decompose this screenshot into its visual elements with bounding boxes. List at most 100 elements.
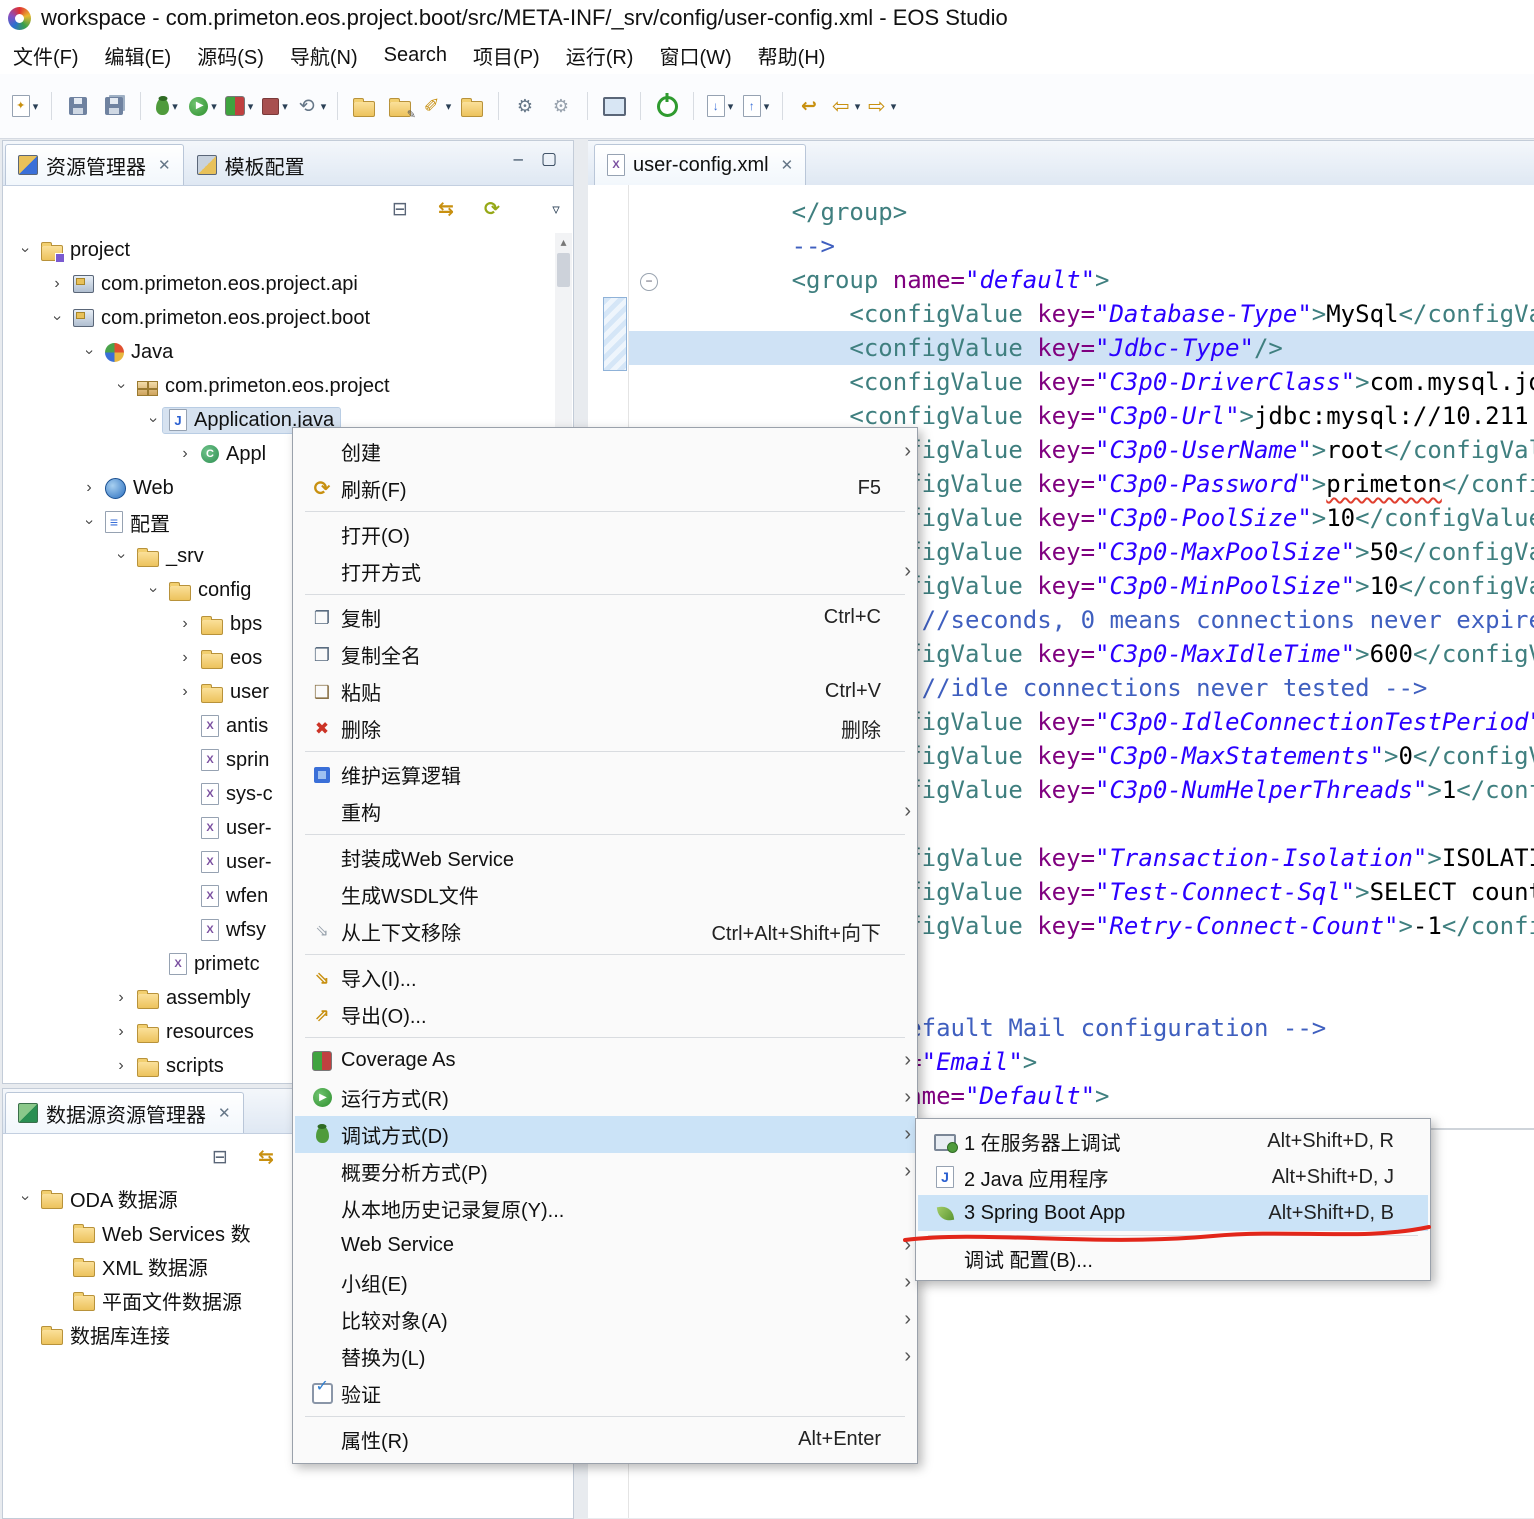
expand-arrow-icon[interactable]: ›: [79, 479, 99, 497]
collapse-all-button[interactable]: [383, 190, 417, 228]
menubar-project[interactable]: 项目(P): [460, 41, 553, 70]
build-button[interactable]: [508, 87, 542, 125]
expand-arrow-icon[interactable]: ›: [111, 989, 131, 1007]
menubar-source[interactable]: 源码(S): [184, 41, 277, 70]
collapse-arrow-icon[interactable]: ›: [144, 580, 162, 600]
collapse-arrow-icon[interactable]: ›: [80, 342, 98, 362]
context-menu-debug-as[interactable]: 调试方式(D)›: [295, 1116, 915, 1153]
tab-template-config[interactable]: 模板配置: [184, 144, 318, 185]
context-menu-team[interactable]: 小组(E)›: [295, 1264, 915, 1301]
context-menu-refactor[interactable]: 重构›: [295, 793, 915, 830]
context-menu-open[interactable]: 打开(O): [295, 516, 915, 553]
coverage-button[interactable]: ▾: [222, 87, 256, 125]
save-button[interactable]: [61, 87, 95, 125]
terminate-button[interactable]: [650, 87, 684, 125]
menubar-search[interactable]: Search: [371, 44, 460, 67]
debug-as-java-application[interactable]: 2 Java 应用程序Alt+Shift+D, J: [918, 1159, 1428, 1195]
menubar-run[interactable]: 运行(R): [553, 41, 647, 70]
scrollbar-thumb[interactable]: [557, 253, 570, 287]
context-menu-generate-wsdl[interactable]: 生成WSDL文件: [295, 876, 915, 913]
collapse-arrow-icon[interactable]: ›: [144, 410, 162, 430]
context-menu-replace-with[interactable]: 替换为(L)›: [295, 1338, 915, 1375]
tab-resource-explorer[interactable]: 资源管理器 ✕: [5, 144, 184, 185]
minimize-panel-button[interactable]: –: [513, 149, 522, 169]
collapse-arrow-icon[interactable]: ›: [16, 1188, 34, 1208]
context-menu-copy[interactable]: 复制Ctrl+C: [295, 599, 915, 636]
collapse-arrow-icon[interactable]: ›: [48, 308, 66, 328]
collapse-arrow-icon[interactable]: ›: [112, 546, 130, 566]
context-menu-refresh[interactable]: 刷新(F)F5: [295, 470, 915, 507]
context-menu-run-as[interactable]: 运行方式(R)›: [295, 1079, 915, 1116]
expand-arrow-icon[interactable]: ›: [175, 649, 195, 667]
refresh-view-button[interactable]: [475, 190, 509, 228]
explorer-item-com-primeton-eos-project-boot[interactable]: ›com.primeton.eos.project.boot: [3, 301, 555, 335]
context-menu-delete[interactable]: 删除删除: [295, 710, 915, 747]
debug-as-debug-on-server[interactable]: 1 在服务器上调试Alt+Shift+D, R: [918, 1123, 1428, 1159]
debug-as-spring-boot-app[interactable]: 3 Spring Boot AppAlt+Shift+D, B: [918, 1195, 1428, 1231]
forward-button[interactable]: ▾: [864, 87, 898, 125]
annot-next-button[interactable]: ▾: [703, 87, 737, 125]
context-menu-paste[interactable]: 粘贴Ctrl+V: [295, 673, 915, 710]
tab-datasource-explorer[interactable]: 数据源资源管理器 ✕: [5, 1092, 244, 1133]
code-line-1[interactable]: </group>: [676, 195, 1534, 229]
ds-collapse-all-button[interactable]: [203, 1138, 237, 1176]
menubar-window[interactable]: 窗口(W): [646, 41, 744, 70]
context-menu-export[interactable]: 导出(O)...: [295, 996, 915, 1033]
expand-arrow-icon[interactable]: ›: [175, 445, 195, 463]
context-menu-properties[interactable]: 属性(R)Alt+Enter: [295, 1421, 915, 1458]
context-menu-compare-with[interactable]: 比较对象(A)›: [295, 1301, 915, 1338]
fold-collapse-icon[interactable]: −: [640, 273, 658, 291]
tab-user-config-xml[interactable]: user-config.xml ✕: [594, 144, 806, 185]
run-last-button[interactable]: ▾: [294, 87, 328, 125]
context-menu-web-service[interactable]: Web Service›: [295, 1227, 915, 1264]
expand-arrow-icon[interactable]: ›: [175, 615, 195, 633]
debug-as-debug-configurations[interactable]: 调试 配置(B)...: [918, 1240, 1428, 1276]
context-menu-wrap-as-web-service[interactable]: 封装成Web Service: [295, 839, 915, 876]
code-line-5[interactable]: <configValue key="Jdbc-Type"/>: [676, 331, 1534, 365]
context-menu-restore-from-local-history[interactable]: 从本地历史记录复原(Y)...: [295, 1190, 915, 1227]
context-menu-validate[interactable]: 验证: [295, 1375, 915, 1412]
console-button[interactable]: [597, 87, 631, 125]
context-menu-profile-as[interactable]: 概要分析方式(P)›: [295, 1153, 915, 1190]
stop-button[interactable]: ▾: [258, 87, 292, 125]
open-folder-button[interactable]: [455, 87, 489, 125]
expand-arrow-icon[interactable]: ›: [47, 275, 67, 293]
maximize-panel-button[interactable]: ▢: [541, 149, 557, 169]
context-menu-copy-qualified-name[interactable]: 复制全名: [295, 636, 915, 673]
context-menu-create[interactable]: 创建›: [295, 433, 915, 470]
link-with-editor-button[interactable]: [429, 190, 463, 228]
collapse-arrow-icon[interactable]: ›: [16, 240, 34, 260]
menubar-edit[interactable]: 编辑(E): [92, 41, 185, 70]
explorer-item-com-primeton-eos-project-api[interactable]: ›com.primeton.eos.project.api: [3, 267, 555, 301]
new-wizard-button[interactable]: ▾: [8, 87, 42, 125]
context-menu-remove-from-context[interactable]: 从上下文移除Ctrl+Alt+Shift+向下: [295, 913, 915, 950]
code-line-3[interactable]: <group name="default">: [676, 263, 1534, 297]
collapse-arrow-icon[interactable]: ›: [112, 376, 130, 396]
code-line-4[interactable]: <configValue key="Database-Type">MySql</…: [676, 297, 1534, 331]
context-menu-maintain-logic[interactable]: 维护运算逻辑: [295, 756, 915, 793]
context-menu-open-with[interactable]: 打开方式›: [295, 553, 915, 590]
expand-arrow-icon[interactable]: ›: [111, 1023, 131, 1041]
scroll-up-icon[interactable]: ▴: [560, 233, 566, 251]
last-edit-button[interactable]: [792, 87, 826, 125]
folder-edit-button[interactable]: [383, 87, 417, 125]
menubar-file[interactable]: 文件(F): [0, 41, 92, 70]
explorer-item-java[interactable]: ›Java: [3, 335, 555, 369]
menubar-navigate[interactable]: 导航(N): [277, 41, 371, 70]
debug-button[interactable]: ▾: [150, 87, 184, 125]
context-menu-coverage-as[interactable]: Coverage As›: [295, 1042, 915, 1079]
collapse-arrow-icon[interactable]: ›: [80, 512, 98, 532]
open-resource-button[interactable]: [347, 87, 381, 125]
view-menu-button[interactable]: [545, 198, 567, 220]
close-editor-tab-icon[interactable]: ✕: [781, 156, 794, 174]
build-all-button[interactable]: [544, 87, 578, 125]
close-tab-icon[interactable]: ✕: [218, 1104, 231, 1122]
explorer-item-com-primeton-eos-project[interactable]: ›com.primeton.eos.project: [3, 369, 555, 403]
search-wand-button[interactable]: ▾: [419, 87, 453, 125]
ds-link-with-editor-button[interactable]: [249, 1138, 283, 1176]
code-line-2[interactable]: -->: [676, 229, 1534, 263]
save-all-button[interactable]: [97, 87, 131, 125]
expand-arrow-icon[interactable]: ›: [111, 1057, 131, 1075]
run-button[interactable]: ▾: [186, 87, 220, 125]
close-tab-icon[interactable]: ✕: [158, 156, 171, 174]
